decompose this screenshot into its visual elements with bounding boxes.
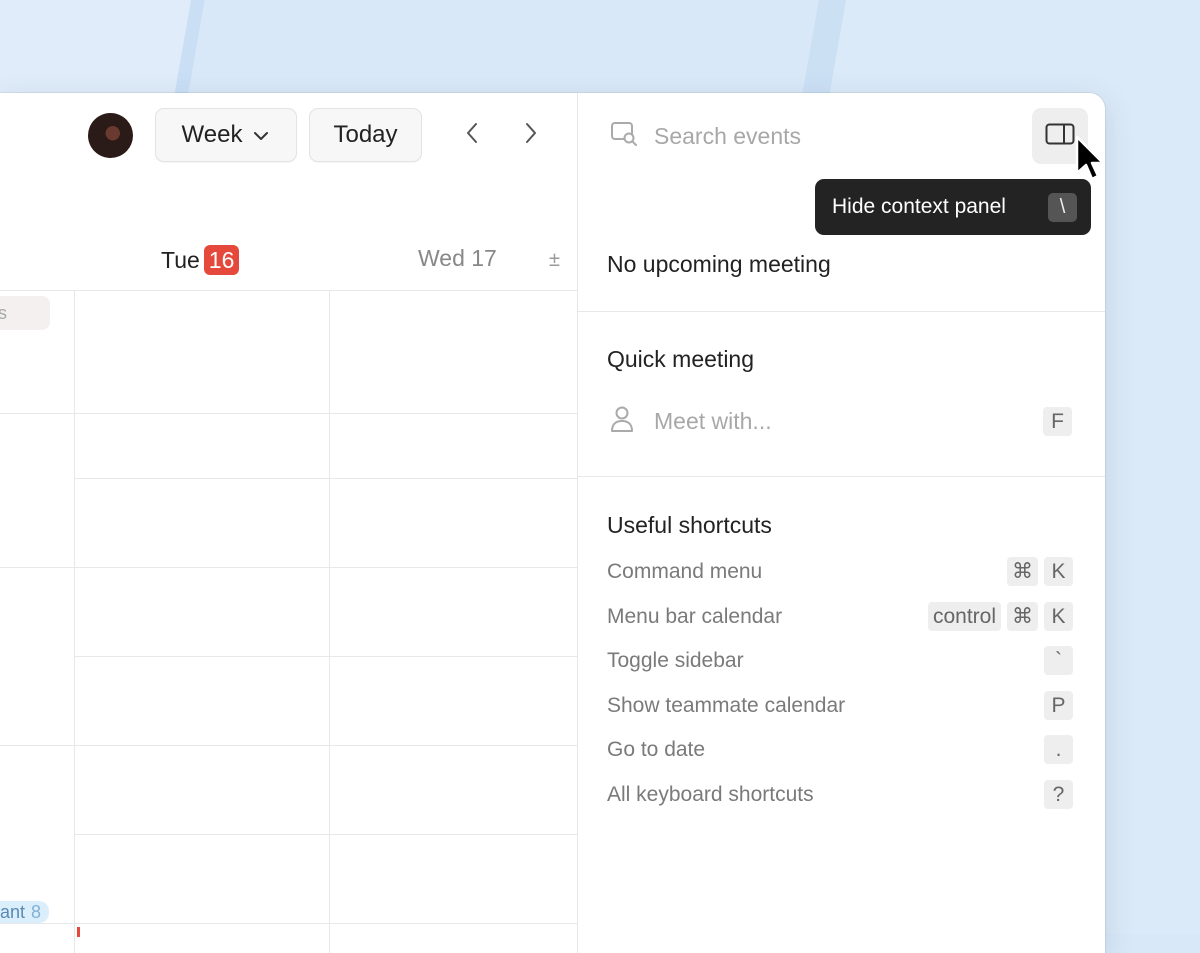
day-name: Tue: [161, 246, 200, 273]
sidebar-panel-icon: [1045, 123, 1075, 150]
shortcut-key: ⌘: [1007, 557, 1038, 586]
avatar[interactable]: [88, 113, 133, 158]
timezone-toggle[interactable]: ±: [549, 249, 560, 272]
chevron-right-icon: [524, 121, 538, 150]
hour-line: [0, 567, 577, 568]
shortcut-label: Go to date: [607, 737, 706, 761]
search-events-field[interactable]: Search events: [610, 121, 801, 152]
mouse-cursor-icon: [1075, 135, 1105, 190]
event-chip-label: ant: [0, 901, 26, 922]
meet-with-input[interactable]: Meet with... F: [610, 405, 1072, 438]
shortcut-key: .: [1044, 735, 1073, 764]
shortcut-row-show-teammate-calendar[interactable]: Show teammate calendar P: [607, 691, 1073, 720]
person-icon: [610, 405, 634, 438]
today-button-label: Today: [333, 121, 398, 148]
event-chip-count: 8: [31, 901, 42, 922]
upcoming-meeting-heading: No upcoming meeting: [607, 251, 831, 277]
shortcut-row-all-keyboard-shortcuts[interactable]: All keyboard shortcuts ?: [607, 780, 1073, 809]
event-chip[interactable]: s: [0, 296, 50, 330]
hour-line: [0, 413, 577, 414]
useful-shortcuts-heading: Useful shortcuts: [607, 512, 772, 538]
event-chip-label: s: [0, 302, 7, 323]
column-divider: [74, 291, 75, 953]
chevron-down-icon: [252, 121, 270, 149]
day-label: Wed 17: [418, 245, 497, 271]
previous-week-button[interactable]: [460, 121, 484, 149]
shortcut-row-go-to-date[interactable]: Go to date .: [607, 735, 1073, 764]
divider: [578, 476, 1105, 477]
shortcut-label: Command menu: [607, 559, 763, 583]
shortcut-label: All keyboard shortcuts: [607, 782, 814, 806]
shortcut-label: Show teammate calendar: [607, 693, 846, 717]
calendar-view: Week Today Tue 16 Wed 17 ± s ant 8: [0, 93, 577, 953]
event-chip[interactable]: ant 8: [0, 901, 50, 923]
search-calendar-icon: [610, 121, 638, 152]
view-selector-button[interactable]: Week: [155, 108, 297, 162]
half-hour-line: [74, 656, 577, 657]
search-placeholder: Search events: [654, 123, 802, 149]
shortcut-key: K: [1044, 602, 1073, 631]
half-hour-line: [74, 478, 577, 479]
today-button[interactable]: Today: [309, 108, 422, 162]
shortcut-row-command-menu[interactable]: Command menu ⌘ K: [607, 557, 1073, 586]
shortcut-key: ⌘: [1007, 602, 1038, 631]
view-selector-label: Week: [181, 121, 243, 148]
tooltip: Hide context panel \: [815, 179, 1091, 235]
today-date-badge: 16: [203, 245, 240, 275]
shortcut-key: P: [1044, 691, 1073, 720]
shortcut-row-toggle-sidebar[interactable]: Toggle sidebar `: [607, 646, 1073, 675]
shortcut-row-menu-bar-calendar[interactable]: Menu bar calendar control ⌘ K: [607, 602, 1073, 631]
current-time-marker: [77, 927, 80, 937]
tooltip-shortcut-key: \: [1048, 192, 1077, 222]
hour-line: [0, 923, 577, 924]
shortcut-key: K: [1044, 557, 1073, 586]
column-divider: [329, 291, 330, 953]
next-week-button[interactable]: [519, 121, 543, 149]
divider: [578, 311, 1105, 312]
day-header-tuesday[interactable]: Tue 16: [161, 245, 240, 275]
shortcut-key: ?: [1044, 780, 1073, 809]
context-panel: Search events Hide context panel \ No up…: [577, 93, 1105, 953]
tooltip-label: Hide context panel: [832, 195, 1006, 218]
shortcut-key: `: [1044, 646, 1073, 675]
calendar-app-window: Week Today Tue 16 Wed 17 ± s ant 8 Searc…: [0, 93, 1105, 953]
half-hour-line: [74, 834, 577, 835]
hour-line: [0, 745, 577, 746]
quick-meeting-heading: Quick meeting: [607, 346, 755, 372]
chevron-left-icon: [465, 121, 479, 150]
calendar-grid[interactable]: s ant 8: [0, 290, 577, 953]
meet-with-placeholder: Meet with...: [654, 408, 772, 434]
shortcut-label: Toggle sidebar: [607, 648, 744, 672]
day-header-wednesday[interactable]: Wed 17: [418, 245, 497, 272]
shortcut-key: F: [1043, 407, 1072, 436]
shortcut-label: Menu bar calendar: [607, 604, 783, 628]
shortcut-key: control: [927, 602, 1001, 631]
